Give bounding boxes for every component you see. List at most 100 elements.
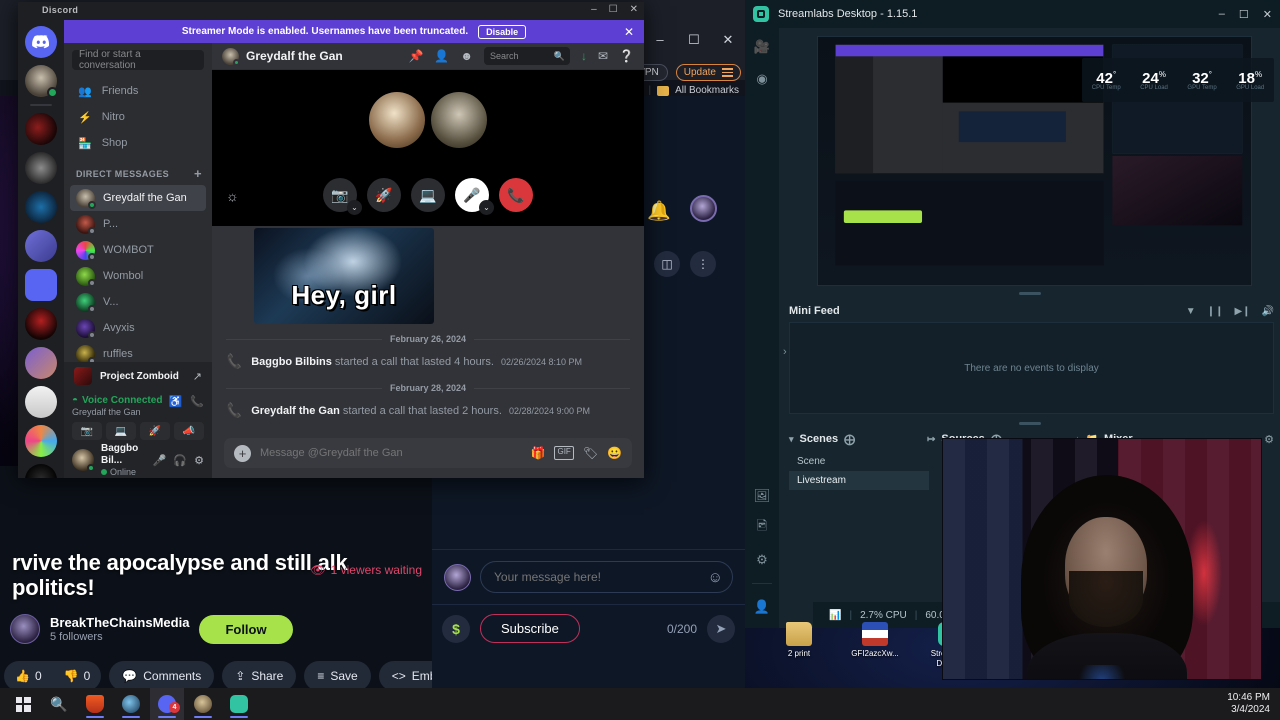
add-attachment-button[interactable]: + — [234, 444, 251, 462]
bookmarks-bar[interactable]: » | All Bookmarks — [637, 85, 739, 96]
user-profile-icon[interactable]: ☻ — [460, 49, 473, 63]
search-button[interactable]: 🔍 — [42, 688, 76, 720]
tip-button[interactable]: $ — [442, 614, 470, 643]
share-button[interactable]: ⇪ Share — [222, 661, 297, 690]
notification-bell-icon[interactable]: 🔔 — [647, 199, 671, 223]
sidebar-item-highlighter[interactable]: ◉ — [753, 70, 771, 88]
channel-avatar[interactable] — [10, 614, 40, 644]
desktop-icon-image[interactable]: GFI2azcXw... — [846, 622, 904, 669]
server-icon-6[interactable] — [25, 347, 57, 379]
sidebar-item-editor[interactable]: 🎥 — [753, 38, 771, 56]
pin-icon[interactable]: 📌 — [408, 49, 423, 63]
filter-icon[interactable]: ▼ — [1186, 306, 1196, 317]
channel-header-actions[interactable]: 📌 👤 ☻ Search 🔍 ↓ ✉ ❔ — [408, 47, 634, 65]
discord-server-list[interactable]: 2 — [18, 20, 64, 478]
gift-icon[interactable]: 🎁 — [531, 446, 546, 460]
dm-item-wombot[interactable]: WOMBOT — [70, 237, 206, 263]
subscribe-button[interactable]: Subscribe — [480, 614, 580, 643]
voice-panel-actions[interactable]: ♿ 📞 — [169, 395, 204, 408]
streamlabs-maximize-button[interactable]: ☐ — [1239, 8, 1249, 21]
avatar[interactable] — [72, 449, 95, 472]
call-controls[interactable]: 📷 ⌄ 🚀 💻 🎤 ⌄ 📞 — [323, 178, 533, 215]
update-button[interactable]: Update — [675, 64, 741, 81]
volume-icon[interactable]: 🔊 — [1262, 306, 1274, 317]
server-home-button[interactable] — [25, 26, 57, 58]
video-action-bar[interactable]: 👍 0 👎 0 💬 Comments ⇪ Share ≡ Save <> Em — [0, 661, 432, 690]
sidebar-item-alertbox[interactable]: 🖻 — [753, 518, 771, 537]
chevron-down-icon[interactable]: ▾ — [789, 434, 794, 445]
server-icon-3[interactable] — [25, 191, 57, 223]
streamlabs-close-button[interactable]: ✕ — [1263, 8, 1272, 21]
pause-icon[interactable]: ❙❙ — [1207, 306, 1224, 317]
taskbar-clock[interactable]: 10:46 PM 3/4/2024 — [1227, 688, 1270, 720]
all-bookmarks-label[interactable]: All Bookmarks — [675, 85, 739, 96]
follow-button[interactable]: Follow — [199, 614, 293, 644]
browser-minimize-button[interactable]: – — [651, 32, 669, 48]
chat-more-options[interactable]: ⋮ — [690, 251, 716, 277]
skip-icon[interactable]: ▶❙ — [1234, 306, 1250, 317]
screenshare-icon[interactable]: 💻 — [106, 422, 136, 440]
taskbar-item-streamlabs[interactable] — [222, 688, 256, 720]
gear-icon[interactable]: ⚙ — [194, 454, 204, 467]
taskbar-item-discord[interactable]: 4 — [150, 688, 184, 720]
scene-item-selected[interactable]: Livestream — [789, 471, 929, 490]
streamlabs-sidebar[interactable]: 🎥 ◉ 🖼 🖻 ⚙ 👤 — [745, 28, 779, 628]
banner-close-icon[interactable]: ✕ — [624, 25, 634, 39]
headphones-icon[interactable]: 🎧 — [173, 454, 187, 467]
activity-rocket-icon[interactable]: 🚀 — [140, 422, 170, 440]
server-folder-icon[interactable] — [25, 269, 57, 301]
microphone-button[interactable]: 🎤 ⌄ — [455, 178, 494, 215]
chevron-down-icon[interactable]: ⌄ — [347, 200, 362, 215]
sticker-icon[interactable]: 🏷 — [583, 446, 598, 460]
channel-search-input[interactable]: Search 🔍 — [483, 47, 570, 65]
taskbar-item-brave[interactable] — [78, 688, 112, 720]
server-icon-9[interactable]: 2 — [25, 464, 57, 478]
add-scene-button[interactable]: ⨁ — [844, 433, 855, 446]
dm-item-greydalf[interactable]: Greydalf the Gan — [70, 185, 206, 211]
discord-close-button[interactable]: ✕ — [630, 4, 638, 15]
discord-window[interactable]: Discord – ☐ ✕ Streamer Mode is enabled. … — [18, 2, 644, 478]
performance-icon[interactable]: 📊 — [829, 610, 841, 621]
discord-window-controls[interactable]: – ☐ ✕ — [591, 4, 638, 15]
add-dm-button[interactable]: + — [194, 166, 202, 181]
mini-feed-actions[interactable]: ▼ ❙❙ ▶❙ 🔊 — [1186, 306, 1274, 317]
server-icon-7[interactable] — [25, 386, 57, 418]
server-icon-2[interactable] — [25, 152, 57, 184]
discord-minimize-button[interactable]: – — [591, 4, 597, 15]
chat-layout-toggle[interactable]: ◫ — [654, 251, 680, 277]
call-avatar-greydalf[interactable] — [431, 92, 487, 148]
server-icon-4[interactable] — [25, 230, 57, 262]
comments-button[interactable]: 💬 Comments — [109, 661, 215, 690]
menu-icon[interactable] — [722, 68, 733, 77]
call-avatar-baggbo[interactable] — [369, 92, 425, 148]
taskbar-items[interactable]: 🔍 4 — [6, 688, 256, 720]
start-button[interactable] — [6, 688, 40, 720]
dm-item-p[interactable]: P... — [70, 211, 206, 237]
message-image-attachment[interactable]: Hey, girl — [254, 228, 434, 324]
end-call-button[interactable]: 📞 — [499, 178, 533, 212]
emoji-icon[interactable]: 😀 — [607, 446, 622, 460]
nav-item-friends[interactable]: 👥 Friends — [70, 78, 206, 104]
server-icon-8[interactable] — [25, 425, 57, 457]
streamlabs-titlebar[interactable]: Streamlabs Desktop - 1.15.1 – ☐ ✕ — [745, 0, 1280, 28]
dm-item-v[interactable]: V... — [70, 289, 206, 315]
sidebar-item-settings[interactable]: ⚙ — [753, 551, 771, 569]
discord-maximize-button[interactable]: ☐ — [609, 4, 618, 15]
dm-item-wombol[interactable]: Wombol — [70, 263, 206, 289]
screenshare-button[interactable]: 💻 — [411, 178, 445, 212]
inbox-icon[interactable]: ✉ — [598, 49, 608, 63]
camera-toggle-button[interactable]: 📷 ⌄ — [323, 178, 362, 215]
taskbar-item-rumble[interactable] — [186, 688, 220, 720]
mixer-settings-icon[interactable]: ⚙ — [1264, 433, 1274, 446]
dm-item-avyxis[interactable]: Avyxis — [70, 315, 206, 341]
embed-button[interactable]: <> Embe — [378, 661, 432, 690]
signal-off-icon[interactable]: ♿ — [169, 395, 183, 408]
vote-pill[interactable]: 👍 0 👎 0 — [4, 661, 102, 690]
server-icon-5[interactable] — [25, 308, 57, 340]
discord-titlebar[interactable]: Discord – ☐ ✕ — [18, 2, 644, 20]
voice-quick-actions[interactable]: 📷 💻 🚀 📣 — [72, 422, 204, 440]
hangup-icon[interactable]: 📞 — [190, 395, 204, 408]
chevron-down-icon[interactable]: ⌄ — [479, 200, 494, 215]
scenes-list[interactable]: Scene Livestream — [789, 452, 929, 490]
browser-close-button[interactable]: ✕ — [719, 32, 737, 48]
